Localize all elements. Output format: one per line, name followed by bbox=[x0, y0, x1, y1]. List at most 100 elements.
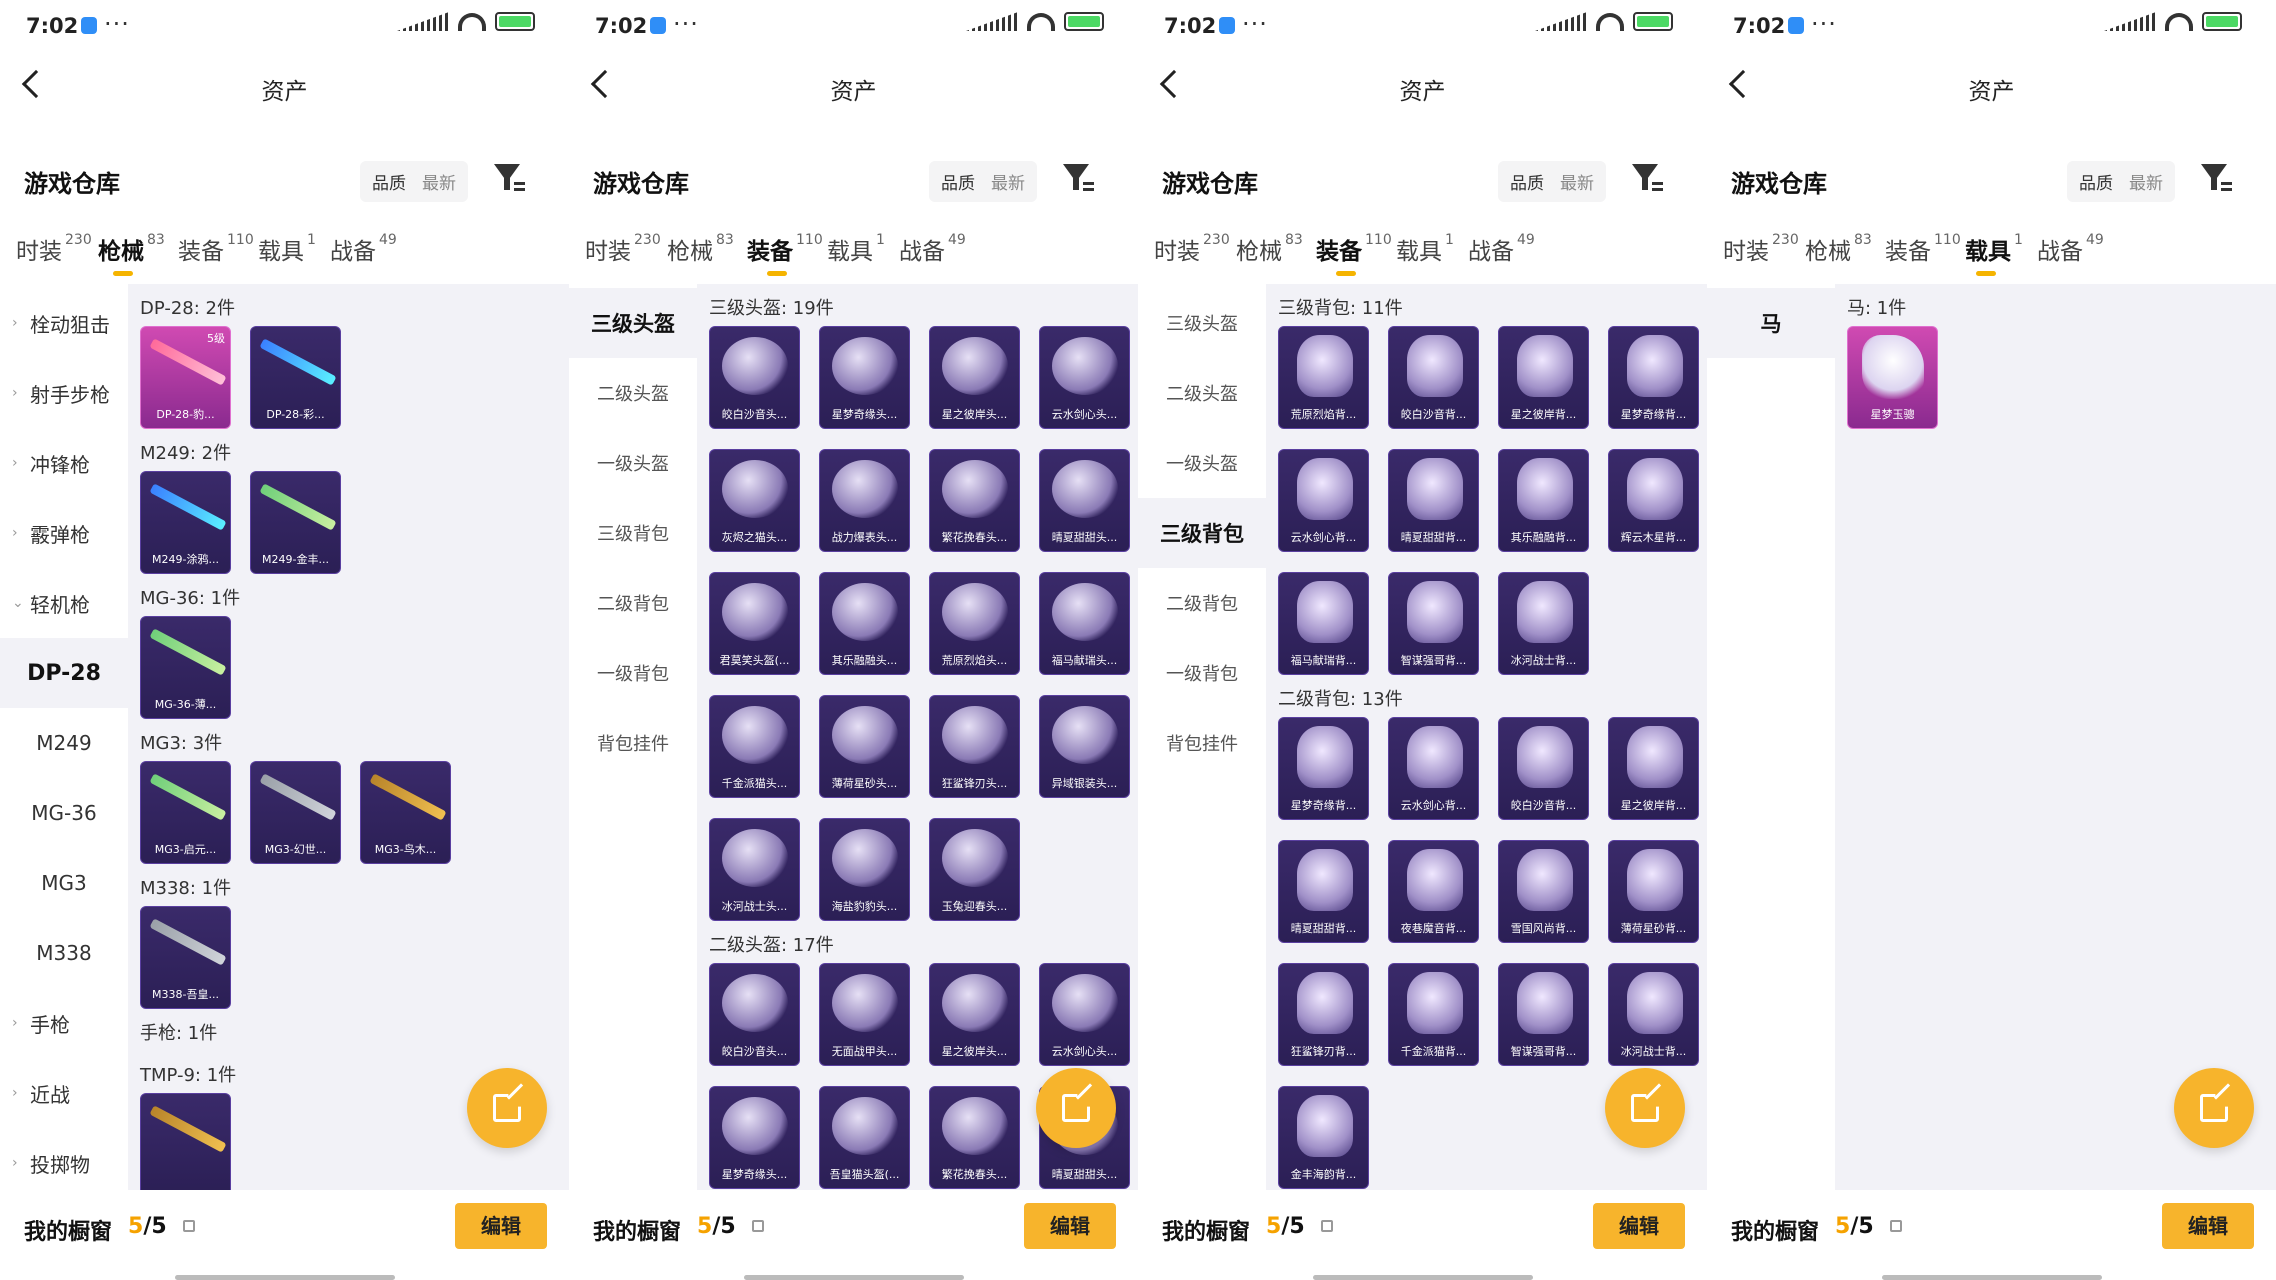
item-card[interactable] bbox=[140, 1093, 231, 1190]
sidebar-item[interactable]: › 投掷物 bbox=[0, 1128, 128, 1198]
item-card[interactable]: 无面战甲头... bbox=[819, 963, 910, 1066]
sidebar-item[interactable]: 二级头盔 bbox=[569, 358, 697, 428]
item-card[interactable]: 云水剑心头... bbox=[1039, 326, 1130, 429]
item-card[interactable]: 星梦玉骢 bbox=[1847, 326, 1938, 429]
item-card[interactable]: 云水剑心背... bbox=[1278, 449, 1369, 552]
sidebar-item[interactable]: 三级头盔 bbox=[569, 288, 697, 358]
item-card[interactable]: 云水剑心头... bbox=[1039, 963, 1130, 1066]
tab-3[interactable]: 载具 1 bbox=[827, 232, 885, 266]
tab-4[interactable]: 战备 49 bbox=[1468, 232, 1535, 266]
filter-icon[interactable] bbox=[1632, 164, 1663, 191]
item-card[interactable]: M338-吾皇... bbox=[140, 906, 231, 1009]
item-card[interactable]: 千金派猫头... bbox=[709, 695, 800, 798]
item-card[interactable]: 晴夏甜甜背... bbox=[1388, 449, 1479, 552]
item-card[interactable]: 其乐融融头... bbox=[819, 572, 910, 675]
sidebar-item[interactable]: › 冲锋枪 bbox=[0, 428, 128, 498]
sort-latest-button[interactable]: 最新 bbox=[414, 164, 464, 199]
item-card[interactable]: 海盐豹豹头... bbox=[819, 818, 910, 921]
item-card[interactable]: 异域银装头... bbox=[1039, 695, 1130, 798]
sidebar-item[interactable]: 二级头盔 bbox=[1138, 358, 1266, 428]
item-card[interactable]: 晴夏甜甜背... bbox=[1278, 840, 1369, 943]
item-card[interactable]: 冰河战士背... bbox=[1498, 572, 1589, 675]
sidebar-item[interactable]: DP-28 bbox=[0, 638, 128, 708]
edit-button[interactable]: 编辑 bbox=[455, 1203, 547, 1249]
item-card[interactable]: 皎白沙音背... bbox=[1498, 717, 1589, 820]
tab-2[interactable]: 装备 110 bbox=[1316, 232, 1392, 276]
sidebar-item[interactable]: MG3 bbox=[0, 848, 128, 918]
item-card[interactable]: 星之彼岸头... bbox=[929, 326, 1020, 429]
item-card[interactable]: 星之彼岸背... bbox=[1498, 326, 1589, 429]
sidebar-item[interactable]: 一级背包 bbox=[569, 638, 697, 708]
item-card[interactable]: 其乐融融背... bbox=[1498, 449, 1589, 552]
tab-2[interactable]: 装备 110 bbox=[178, 232, 254, 266]
tab-3[interactable]: 载具 1 bbox=[1965, 232, 2023, 276]
item-card[interactable]: 皎白沙音头... bbox=[709, 963, 800, 1066]
item-card[interactable]: 薄荷星砂背... bbox=[1608, 840, 1699, 943]
item-card[interactable]: 荒原烈焰背... bbox=[1278, 326, 1369, 429]
sidebar-item[interactable]: › 射手步枪 bbox=[0, 358, 128, 428]
item-card[interactable]: 云水剑心背... bbox=[1388, 717, 1479, 820]
item-card[interactable]: 君莫笑头盔(... bbox=[709, 572, 800, 675]
tab-3[interactable]: 载具 1 bbox=[258, 232, 316, 266]
sidebar-item[interactable]: M338 bbox=[0, 918, 128, 988]
share-button[interactable] bbox=[2174, 1068, 2254, 1148]
edit-button[interactable]: 编辑 bbox=[1593, 1203, 1685, 1249]
item-card[interactable]: 星之彼岸头... bbox=[929, 963, 1020, 1066]
item-card[interactable]: 辉云木星背... bbox=[1608, 449, 1699, 552]
item-card[interactable]: 福马献瑞背... bbox=[1278, 572, 1369, 675]
sidebar-item[interactable]: M249 bbox=[0, 708, 128, 778]
sidebar-item[interactable]: 背包挂件 bbox=[569, 708, 697, 778]
sidebar-item[interactable]: 三级背包 bbox=[1138, 498, 1266, 568]
item-card[interactable]: MG3-鸟木... bbox=[360, 761, 451, 864]
share-button[interactable] bbox=[467, 1068, 547, 1148]
sidebar-item[interactable]: › 栓动狙击 bbox=[0, 288, 128, 358]
tab-1[interactable]: 枪械 83 bbox=[1236, 232, 1303, 266]
item-card[interactable]: 狂鲨锋刃背... bbox=[1278, 963, 1369, 1066]
item-card[interactable]: 皎白沙音头... bbox=[709, 326, 800, 429]
item-card[interactable]: 5级 DP-28-豹... bbox=[140, 326, 231, 429]
tab-3[interactable]: 载具 1 bbox=[1396, 232, 1454, 266]
item-card[interactable]: 繁花挽春头... bbox=[929, 1086, 1020, 1189]
tab-0[interactable]: 时装 230 bbox=[1154, 232, 1230, 266]
tab-4[interactable]: 战备 49 bbox=[899, 232, 966, 266]
share-button[interactable] bbox=[1605, 1068, 1685, 1148]
item-card[interactable]: 星梦奇缘头... bbox=[709, 1086, 800, 1189]
item-card[interactable]: 夜巷魔音背... bbox=[1388, 840, 1479, 943]
item-card[interactable]: 薄荷星砂头... bbox=[819, 695, 910, 798]
filter-icon[interactable] bbox=[494, 164, 525, 191]
item-card[interactable]: 战力爆表头... bbox=[819, 449, 910, 552]
item-card[interactable]: 金丰海韵背... bbox=[1278, 1086, 1369, 1189]
sort-latest-button[interactable]: 最新 bbox=[983, 164, 1033, 199]
tab-2[interactable]: 装备 110 bbox=[747, 232, 823, 276]
tab-4[interactable]: 战备 49 bbox=[330, 232, 397, 266]
item-card[interactable]: MG-36-薄... bbox=[140, 616, 231, 719]
sort-quality-button[interactable]: 品质 bbox=[933, 164, 983, 199]
sort-latest-button[interactable]: 最新 bbox=[1552, 164, 1602, 199]
edit-button[interactable]: 编辑 bbox=[2162, 1203, 2254, 1249]
item-card[interactable]: 吾皇猫头盔(... bbox=[819, 1086, 910, 1189]
sidebar-item[interactable]: 三级头盔 bbox=[1138, 288, 1266, 358]
item-card[interactable]: 皎白沙音背... bbox=[1388, 326, 1479, 429]
sidebar-item[interactable]: 一级头盔 bbox=[1138, 428, 1266, 498]
sidebar-item[interactable]: MG-36 bbox=[0, 778, 128, 848]
item-card[interactable]: M249-金丰... bbox=[250, 471, 341, 574]
filter-icon[interactable] bbox=[1063, 164, 1094, 191]
tab-1[interactable]: 枪械 83 bbox=[98, 232, 165, 276]
item-card[interactable]: 狂鲨锋刃头... bbox=[929, 695, 1020, 798]
item-card[interactable]: 雪国风尚背... bbox=[1498, 840, 1589, 943]
sidebar-item[interactable]: 二级背包 bbox=[1138, 568, 1266, 638]
item-card[interactable]: 晴夏甜甜头... bbox=[1039, 449, 1130, 552]
tab-0[interactable]: 时装 230 bbox=[16, 232, 92, 266]
item-card[interactable]: M249-涂鸦... bbox=[140, 471, 231, 574]
tab-0[interactable]: 时装 230 bbox=[1723, 232, 1799, 266]
item-card[interactable]: 星梦奇缘背... bbox=[1278, 717, 1369, 820]
sidebar-item[interactable]: › 近战 bbox=[0, 1058, 128, 1128]
item-card[interactable]: DP-28-彩... bbox=[250, 326, 341, 429]
sidebar-item[interactable]: ⌄ 轻机枪 bbox=[0, 568, 128, 638]
tab-1[interactable]: 枪械 83 bbox=[667, 232, 734, 266]
item-card[interactable]: 星之彼岸背... bbox=[1608, 717, 1699, 820]
sidebar-item[interactable]: 一级背包 bbox=[1138, 638, 1266, 708]
tab-1[interactable]: 枪械 83 bbox=[1805, 232, 1872, 266]
sidebar-item[interactable]: › 霰弹枪 bbox=[0, 498, 128, 568]
sidebar-item[interactable]: 二级背包 bbox=[569, 568, 697, 638]
